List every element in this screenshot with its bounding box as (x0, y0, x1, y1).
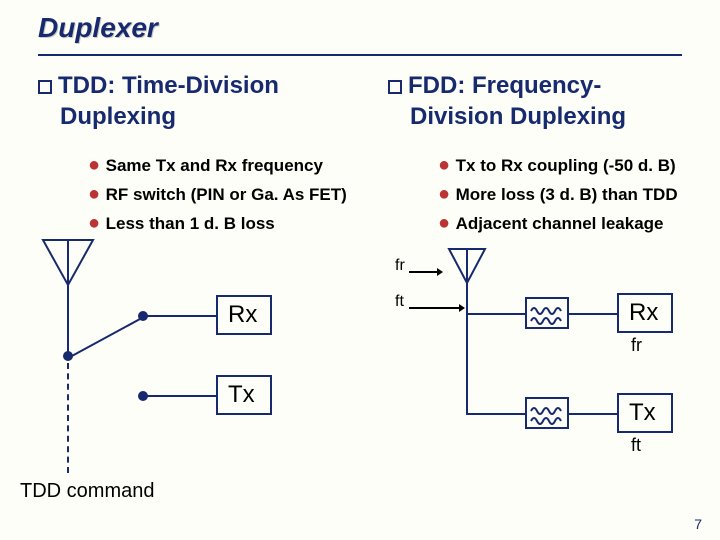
bullet-item: ● Tx to Rx coupling (-50 d. B) (438, 152, 718, 179)
tx-label: Tx (228, 381, 255, 409)
wire (466, 313, 468, 413)
arrow-icon (409, 303, 465, 313)
wire (569, 313, 617, 315)
antenna-icon (445, 245, 489, 287)
antenna-icon (38, 235, 98, 290)
rx-label: Rx (228, 301, 257, 329)
page-number: 7 (694, 516, 702, 532)
bullet-dot-icon: ● (438, 154, 456, 176)
tdd-command-label: TDD command (20, 480, 154, 503)
arrow-icon (409, 267, 443, 277)
bullet-text: RF switch (PIN or Ga. As FET) (106, 185, 347, 204)
switch-arm (70, 315, 150, 365)
wire (146, 315, 216, 317)
filter-zigzag-icon (527, 299, 571, 331)
square-bullet-icon (38, 80, 52, 94)
fr-label: fr (395, 257, 405, 275)
square-bullet-icon (388, 80, 402, 94)
wire (569, 413, 617, 415)
rx-filter (525, 297, 569, 329)
slide-title: Duplexer (38, 12, 158, 44)
fdd-heading: FDD: Frequency- Division Duplexing (388, 70, 708, 132)
fdd-diagram: fr ft Rx fr Tx ft (395, 235, 715, 495)
fdd-bullets: ● Tx to Rx coupling (-50 d. B) ● More lo… (438, 152, 718, 237)
bullet-text: Same Tx and Rx frequency (106, 156, 323, 175)
tdd-heading-line2: Duplexing (60, 103, 176, 130)
tx-label: Tx (629, 399, 656, 427)
wire (466, 413, 526, 415)
bullet-dot-icon: ● (438, 183, 456, 205)
bullet-item: ● RF switch (PIN or Ga. As FET) (88, 181, 378, 208)
rx-label: Rx (629, 299, 658, 327)
control-line (67, 363, 69, 473)
fr-out-label: fr (631, 335, 642, 356)
bullet-item: ● Adjacent channel leakage (438, 210, 718, 237)
bullet-item: ● Less than 1 d. B loss (88, 210, 378, 237)
bullet-dot-icon: ● (88, 183, 106, 205)
wire (67, 285, 69, 355)
bullet-text: More loss (3 d. B) than TDD (456, 185, 678, 204)
tdd-bullets: ● Same Tx and Rx frequency ● RF switch (… (88, 152, 378, 237)
fdd-heading-line2: Division Duplexing (410, 103, 626, 130)
fdd-heading-line1: FDD: Frequency- (408, 72, 601, 99)
title-rule (38, 54, 682, 56)
bullet-text: Adjacent channel leakage (456, 214, 664, 233)
tdd-heading-line1: TDD: Time-Division (58, 72, 279, 99)
wire (466, 313, 526, 315)
bullet-dot-icon: ● (88, 154, 106, 176)
bullet-item: ● Same Tx and Rx frequency (88, 152, 378, 179)
ft-out-label: ft (631, 435, 641, 456)
tx-filter (525, 397, 569, 429)
ft-label: ft (395, 293, 404, 311)
filter-zigzag-icon (527, 399, 571, 431)
tdd-diagram: Rx Tx (38, 235, 358, 495)
bullet-dot-icon: ● (88, 212, 106, 234)
wire (146, 395, 216, 397)
bullet-dot-icon: ● (438, 212, 456, 234)
tdd-heading: TDD: Time-Division Duplexing (38, 70, 378, 132)
bullet-text: Tx to Rx coupling (-50 d. B) (456, 156, 676, 175)
bullet-item: ● More loss (3 d. B) than TDD (438, 181, 718, 208)
bullet-text: Less than 1 d. B loss (106, 214, 275, 233)
wire (466, 283, 468, 313)
